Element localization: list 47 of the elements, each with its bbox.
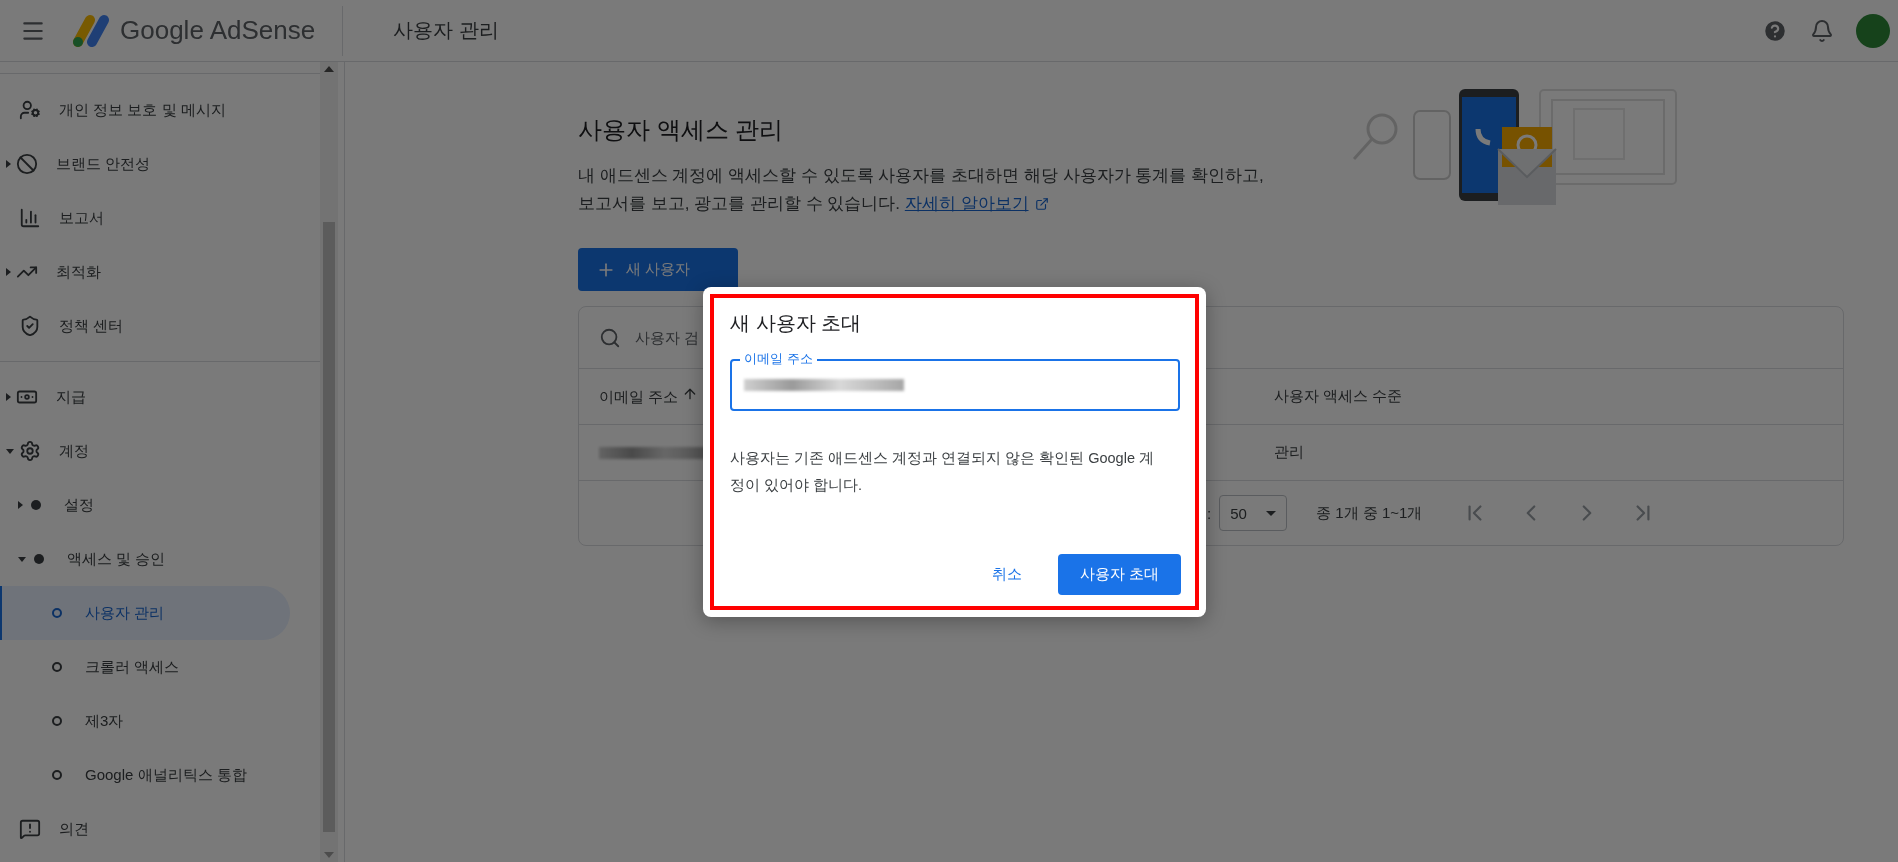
- sidebar-item[interactable]: 최적화: [0, 245, 290, 299]
- external-link-icon: [1034, 197, 1049, 211]
- page-size-select[interactable]: 50: [1219, 495, 1288, 531]
- feedback-icon: [19, 818, 41, 840]
- circle-icon: [52, 662, 62, 672]
- sidebar-item[interactable]: 의견: [0, 802, 290, 856]
- dialog-title: 새 사용자 초대: [730, 311, 863, 336]
- sidebar-item[interactable]: 크롤러 액세스: [0, 640, 290, 694]
- section-title: 사용자 액세스 관리: [578, 115, 785, 145]
- sidebar-item[interactable]: Google 애널리틱스 통합: [0, 748, 290, 802]
- sidebar-item[interactable]: 정책 센터: [0, 299, 290, 353]
- sidebar-item[interactable]: 브랜드 안전성: [0, 137, 290, 191]
- product-name: Google AdSense: [120, 15, 316, 46]
- page-title: 사용자 관리: [393, 18, 499, 43]
- learn-more-link[interactable]: 자세히 알아보기: [904, 190, 1049, 218]
- description: 내 애드센스 계정에 액세스할 수 있도록 사용자를 초대하면 해당 사용자가 통계를 확인하고, 보고서를 보고, 광고를 관리할 수 있습니다. 자세히 알아보기: [578, 162, 1278, 218]
- new-user-button[interactable]: 새 사용자: [578, 248, 738, 291]
- page-range: 종 1개 중 1~1개: [1316, 503, 1423, 523]
- cancel-button[interactable]: 취소: [979, 557, 1034, 592]
- circle-icon: [52, 770, 62, 780]
- scrollbar[interactable]: [320, 62, 338, 862]
- circle-icon: [52, 716, 62, 726]
- dialog-note: 사용자는 기존 애드센스 계정과 연결되지 않은 확인된 Google 계정이 있어야 합니다.: [730, 449, 1155, 495]
- blocked-icon: [16, 153, 38, 175]
- bar-chart-icon: [19, 207, 41, 229]
- sidebar-item[interactable]: 보고서: [0, 191, 290, 245]
- bell-icon[interactable]: [1810, 18, 1834, 43]
- sidebar-item[interactable]: 제3자: [0, 694, 290, 748]
- table-cell-text: 관리: [1274, 443, 1305, 462]
- rows-per-page-label: :: [1207, 504, 1212, 522]
- invite-button[interactable]: 사용자 초대: [1057, 554, 1181, 595]
- sidebar-item[interactable]: 지급: [0, 370, 290, 424]
- sidebar-item[interactable]: 사용자 관리: [0, 586, 290, 640]
- column-header[interactable]: 이메일 주소: [599, 386, 1274, 407]
- circle-icon: [52, 608, 62, 618]
- field-label: 이메일 주소: [740, 350, 817, 368]
- sidebar-item[interactable]: 설정: [0, 478, 290, 532]
- column-header[interactable]: 사용자 액세스 수준: [1274, 387, 1843, 406]
- dot-icon: [31, 500, 41, 510]
- gear-icon: [19, 440, 41, 462]
- logo-icon: [70, 13, 112, 48]
- sidebar-item[interactable]: 계정: [0, 424, 290, 478]
- sidebar-item[interactable]: 개인 정보 보호 및 메시지: [0, 83, 290, 137]
- sidebar-item[interactable]: 액세스 및 승인: [0, 532, 290, 586]
- dot-icon: [34, 554, 44, 564]
- avatar[interactable]: [1856, 13, 1890, 48]
- search-icon: [599, 326, 621, 349]
